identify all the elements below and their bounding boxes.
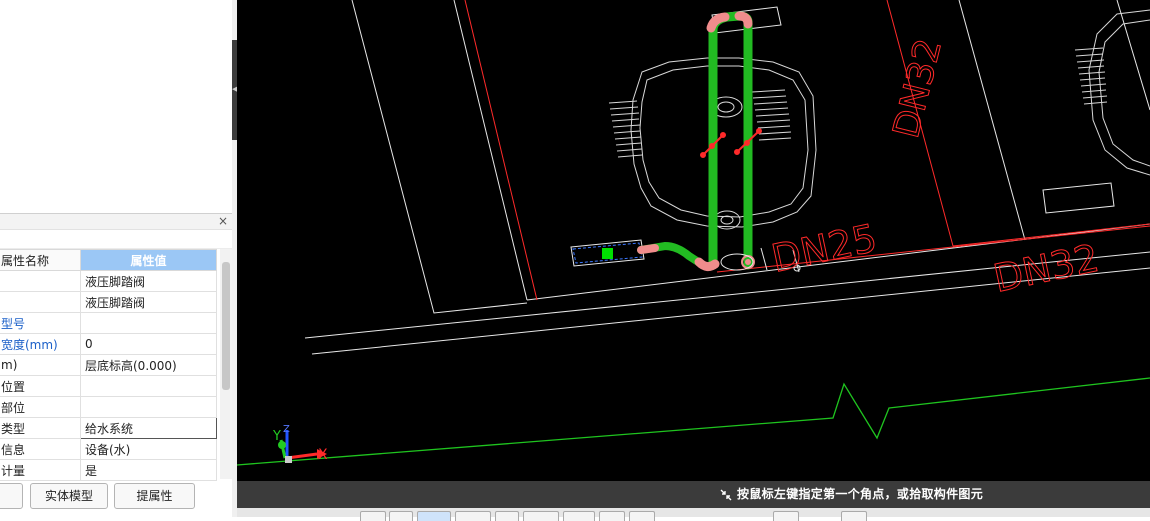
toolbar-button[interactable] xyxy=(599,511,625,521)
property-value-cell[interactable]: 给水系统 xyxy=(80,417,217,439)
column-header-name: 属性名称 xyxy=(0,249,81,271)
status-bar: 按鼠标左键指定第一个角点，或拾取构件图元 xyxy=(237,481,1150,508)
upper-panel-blank xyxy=(0,0,233,212)
property-value-cell[interactable]: 设备(水) xyxy=(80,438,217,460)
bottom-toolbar xyxy=(237,508,1150,521)
properties-toolbar xyxy=(0,230,232,249)
cad-drawing: DN32 DN25 DN32 X Y Z xyxy=(237,0,1150,466)
property-value-cell[interactable] xyxy=(80,312,217,334)
table-row[interactable]: 宽度(mm) 0 xyxy=(0,333,217,355)
property-value-cell[interactable] xyxy=(80,375,217,397)
status-prompt: 按鼠标左键指定第一个角点，或拾取构件图元 xyxy=(737,487,984,501)
toolbar-button-active[interactable] xyxy=(417,511,451,521)
axis-x-label: X xyxy=(318,447,328,463)
toolbar-button[interactable] xyxy=(389,511,413,521)
property-name-cell: 型号 xyxy=(0,312,81,334)
properties-body: 液压脚踏阀 液压脚踏阀 型号 宽度(mm) 0 m) 层底标高(0.000) 位置 部位 类型 给水… xyxy=(0,270,217,481)
table-row[interactable]: 部位 xyxy=(0,396,217,418)
axis-y-label: Y xyxy=(272,429,281,444)
dn-label-2: DN25 xyxy=(768,216,881,281)
solid-model-button[interactable]: 实体模型 xyxy=(30,483,108,509)
property-name-cell: 类型 xyxy=(0,417,81,439)
selection-grip[interactable] xyxy=(602,248,613,259)
column-header-value: 属性值 xyxy=(80,249,217,271)
property-name-cell: 部位 xyxy=(0,396,81,418)
corner-pick-icon xyxy=(720,489,732,501)
property-name-cell: 计量 xyxy=(0,459,81,481)
properties-table: 属性名称 属性值 液压脚踏阀 液压脚踏阀 型号 宽度(mm) 0 m) 层底标高(0.000… xyxy=(0,249,217,481)
property-value-cell[interactable] xyxy=(80,396,217,418)
property-value-cell[interactable]: 0 xyxy=(80,333,217,355)
axis-z-label: Z xyxy=(283,424,290,435)
property-name-cell xyxy=(0,270,81,292)
table-row[interactable]: 型号 xyxy=(0,312,217,334)
toolbar-button[interactable] xyxy=(360,511,386,521)
table-row[interactable]: 位置 xyxy=(0,375,217,397)
left-panel: × 属性名称 属性值 液压脚踏阀 液压脚踏阀 型号 宽度(mm) 0 m) 层底标高(0.0… xyxy=(0,0,237,517)
table-row[interactable]: m) 层底标高(0.000) xyxy=(0,354,217,376)
table-row[interactable]: 类型 给水系统 xyxy=(0,417,217,439)
property-value-cell[interactable]: 液压脚踏阀 xyxy=(80,270,217,292)
properties-panel-header: × xyxy=(0,213,232,230)
equipment-outline xyxy=(630,57,817,230)
axis-indicator: X Y Z xyxy=(272,424,328,463)
table-row[interactable]: 液压脚踏阀 xyxy=(0,270,217,292)
toolbar-button[interactable] xyxy=(523,511,559,521)
panel-button-partial[interactable] xyxy=(0,483,23,509)
wall-lines xyxy=(304,0,1150,355)
equipment-outline-right xyxy=(1088,9,1150,176)
scrollbar-thumb[interactable] xyxy=(222,262,230,390)
toolbar-button[interactable] xyxy=(841,511,867,521)
table-row[interactable]: 信息 设备(水) xyxy=(0,438,217,460)
toolbar-button[interactable] xyxy=(455,511,491,521)
table-row[interactable]: 计量是 xyxy=(0,459,217,481)
right-rect xyxy=(1042,182,1115,214)
toolbar-button[interactable] xyxy=(773,511,799,521)
toolbar-button[interactable] xyxy=(563,511,595,521)
ground-line xyxy=(237,377,1150,466)
property-name-cell: 宽度(mm) xyxy=(0,333,81,355)
toolbar-button[interactable] xyxy=(629,511,655,521)
property-name-cell: m) xyxy=(0,354,81,376)
table-row[interactable]: 液压脚踏阀 xyxy=(0,291,217,313)
dn-label-1: DN32 xyxy=(886,35,950,142)
property-name-cell: 信息 xyxy=(0,438,81,460)
property-name-cell: 位置 xyxy=(0,375,81,397)
property-value-cell[interactable]: 层底标高(0.000) xyxy=(80,354,217,376)
toolbar-button[interactable] xyxy=(495,511,519,521)
equipment-grille-left xyxy=(608,100,643,158)
dn-label-3: DN32 xyxy=(990,236,1103,301)
cad-viewport[interactable]: DN32 DN25 DN32 X Y Z xyxy=(237,0,1150,481)
pipes xyxy=(637,11,753,272)
close-icon[interactable]: × xyxy=(218,214,228,228)
property-name-cell xyxy=(0,291,81,313)
property-value-cell[interactable]: 液压脚踏阀 xyxy=(80,291,217,313)
property-value-cell[interactable]: 是 xyxy=(80,459,217,481)
extract-attributes-button[interactable]: 提属性 xyxy=(114,483,195,509)
table-header-row: 属性名称 属性值 xyxy=(0,249,217,271)
